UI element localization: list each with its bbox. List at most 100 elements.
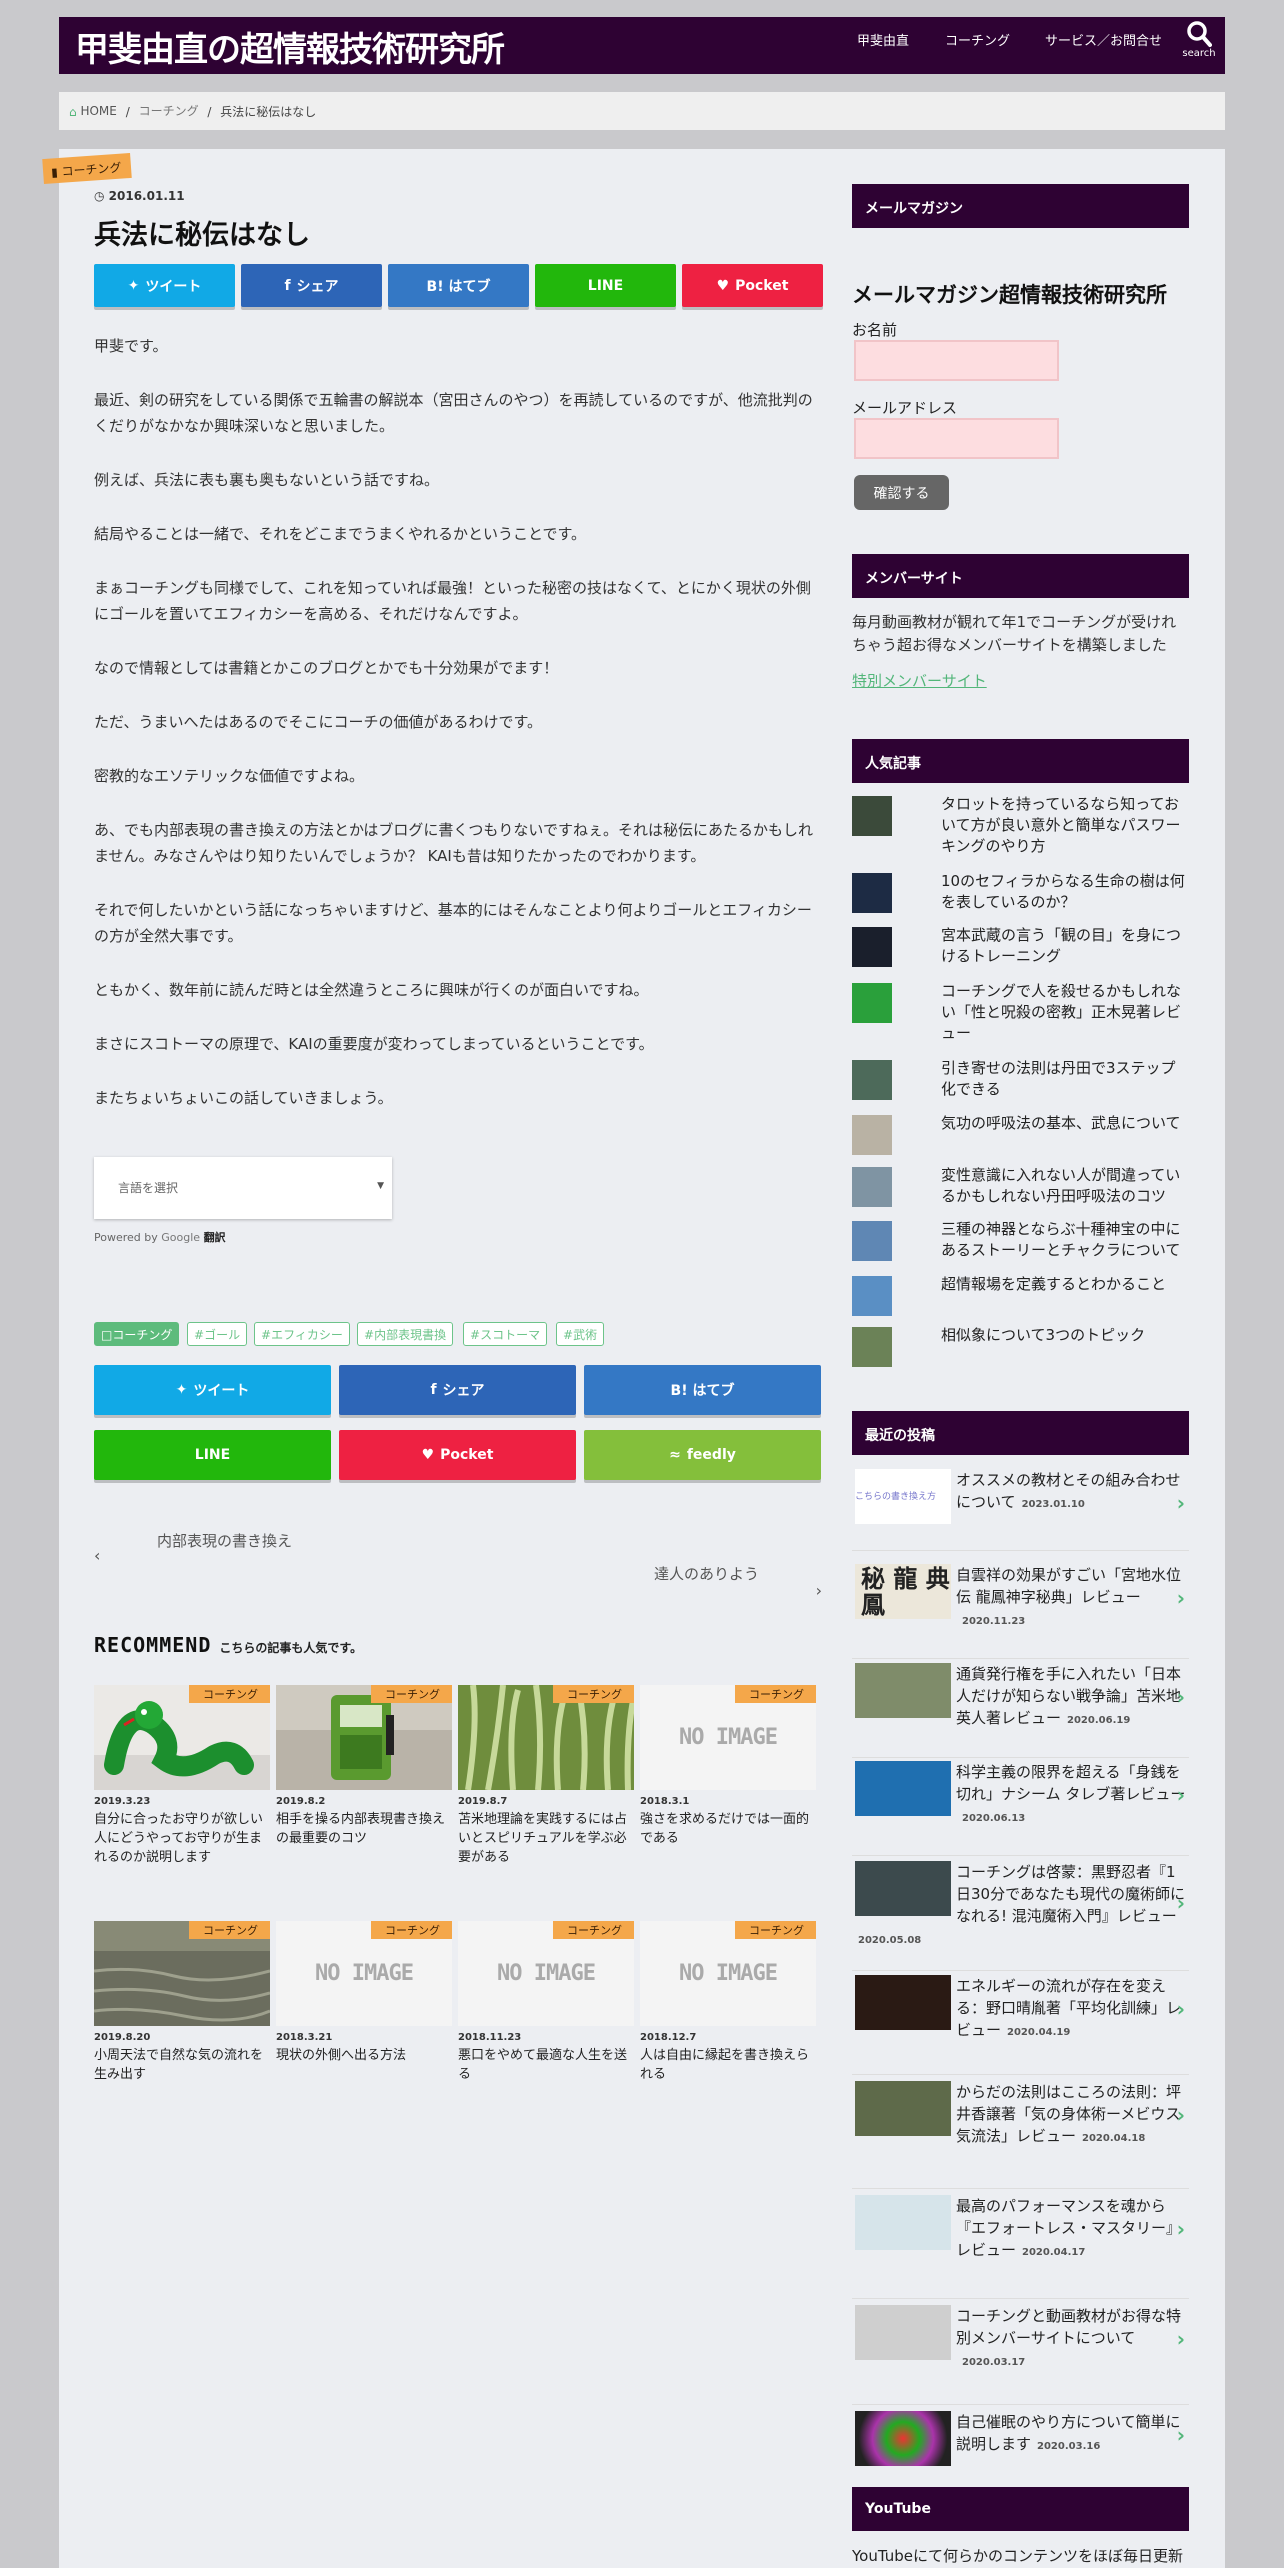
- thumbnail: [852, 983, 892, 1023]
- line-button-bottom[interactable]: LINE: [94, 1430, 331, 1480]
- recent-post-item[interactable]: からだの法則はこころの法則：坪井香譲著「気の身体術ーメビウス気流法」レビュー 20…: [852, 2081, 1189, 2189]
- recent-post-item[interactable]: 自己催眠のやり方について簡単に説明します 2020.03.16 ›: [852, 2411, 1189, 2481]
- thumbnail: [852, 1327, 892, 1367]
- thumbnail: [855, 2411, 951, 2466]
- thumbnail: コーチング: [94, 1685, 270, 1790]
- newsletter-title: メールマガジン超情報技術研究所: [852, 283, 1167, 307]
- thumbnail: [855, 1761, 951, 1816]
- search-label: search: [1182, 48, 1216, 59]
- tag-category[interactable]: □コーチング: [94, 1322, 180, 1346]
- tweet-button[interactable]: ✦ ツイート: [94, 264, 235, 307]
- recent-widget-title: 最近の投稿: [852, 1411, 1189, 1455]
- chevron-right-icon: ›: [1176, 2103, 1185, 2127]
- thumbnail: [852, 873, 892, 913]
- name-field[interactable]: [854, 340, 1059, 381]
- newsletter-widget-title: メールマガジン: [852, 184, 1189, 228]
- recent-post-item[interactable]: 通貨発行権を手に入れたい「日本人だけが知らない戦争論」苫米地英人著レビュー 202…: [852, 1663, 1189, 1758]
- facebook-share-button[interactable]: f シェア: [241, 264, 382, 307]
- youtube-widget-title: YouTube: [852, 2487, 1189, 2531]
- breadcrumb-home[interactable]: HOME: [80, 104, 116, 118]
- recommend-card[interactable]: NO IMAGE コーチング 2018.3.1 強さを求めるだけでは一面的である: [640, 1685, 816, 1848]
- recommend-card[interactable]: NO IMAGE コーチング 2018.11.23 悪口をやめて最適な人生を送る: [458, 1921, 634, 2084]
- search-icon: [1187, 21, 1212, 47]
- google-translate-credit: Powered by Google 翻訳: [94, 1231, 226, 1244]
- chevron-right-icon: ›: [1176, 2327, 1185, 2351]
- no-image-thumbnail: NO IMAGE コーチング: [640, 1685, 816, 1790]
- tag-item[interactable]: #ゴール: [187, 1322, 248, 1346]
- pocket-button[interactable]: ♥ Pocket: [682, 264, 823, 307]
- paragraph: なので情報としては書籍とかこのブログとかでも十分効果がでます！: [94, 659, 559, 677]
- site-title[interactable]: 甲斐由直の超情報技術研究所: [75, 30, 505, 70]
- tag-item[interactable]: #武術: [556, 1322, 605, 1346]
- recent-post-item[interactable]: こちらの書き換え方 オススメの教材とその組み合わせについて 2023.01.10 …: [852, 1469, 1189, 1551]
- line-button[interactable]: LINE: [535, 264, 676, 307]
- email-label: メールアドレス: [852, 399, 958, 417]
- recommend-card[interactable]: コーチング 2019.8.20 小周天法で自然な気の流れを生み出す: [94, 1921, 270, 2084]
- thumbnail: [852, 1276, 892, 1316]
- facebook-share-button-bottom[interactable]: f シェア: [339, 1365, 576, 1415]
- nav-item-kai[interactable]: 甲斐由直: [857, 30, 909, 49]
- recommend-card[interactable]: コーチング 2019.8.2 相手を操る内部表現書き換えの最重要のコツ: [276, 1685, 452, 1848]
- hashtag-icon: #: [563, 1328, 574, 1342]
- feedly-button[interactable]: ≈ feedly: [584, 1430, 821, 1480]
- facebook-icon: f: [284, 277, 291, 294]
- search-button[interactable]: search: [1177, 20, 1221, 59]
- chevron-right-icon: ›: [1176, 1891, 1185, 1915]
- recent-post-item[interactable]: 最高のパフォーマンスを魂から『エフォートレス・マスタリー』レビュー 2020.04…: [852, 2195, 1189, 2299]
- thumbnail: [852, 1221, 892, 1261]
- thumbnail: [852, 1060, 892, 1100]
- recent-post-item[interactable]: コーチングは啓蒙：黒野忍者『1日30分であなたも現代の魔術師になれる! 混沌魔術…: [852, 1861, 1189, 1971]
- recommend-card[interactable]: NO IMAGE コーチング 2018.12.7 人は自由に縁起を書き換えられる: [640, 1921, 816, 2084]
- language-select[interactable]: 言語を選択 ▼: [94, 1157, 392, 1219]
- paragraph: あ、でも内部表現の書き換えの方法とかはブログに書くつもりないですねぇ。それは秘伝…: [94, 821, 813, 865]
- pocket-button-bottom[interactable]: ♥ Pocket: [339, 1430, 576, 1480]
- thumbnail: [852, 796, 892, 836]
- thumbnail: [852, 927, 892, 967]
- category-ribbon[interactable]: ▮ コーチング: [42, 152, 132, 185]
- recommend-card[interactable]: NO IMAGE コーチング 2018.3.21 現状の外側へ出る方法: [276, 1921, 452, 2065]
- thumbnail: [855, 1975, 951, 2030]
- paragraph: それで何したいかという話になっちゃいますけど、基本的にはそんなことより何よりゴー…: [94, 901, 812, 945]
- recommend-card[interactable]: コーチング 2019.8.7 苫米地理論を実践するには占いとスピリチュアルを学ぶ…: [458, 1685, 634, 1867]
- pocket-icon: ♥: [716, 277, 730, 294]
- breadcrumb-category[interactable]: コーチング: [139, 104, 199, 118]
- recent-post-item[interactable]: 科学主義の限界を超える「身銭を切れ」ナシーム タレブ著レビュー2020.06.1…: [852, 1761, 1189, 1856]
- site-header: 甲斐由直の超情報技術研究所 甲斐由直 コーチング サービス／お問合せ searc…: [59, 17, 1225, 74]
- thumbnail: コーチング: [276, 1685, 452, 1790]
- chevron-right-icon: ›: [1176, 1997, 1185, 2021]
- recent-post-item[interactable]: コーチングと動画教材がお得な特別メンバーサイトについて2020.03.17 ›: [852, 2305, 1189, 2405]
- newsletter-submit-button[interactable]: 確認する: [854, 475, 949, 510]
- chevron-right-icon: ›: [815, 1581, 822, 1600]
- chevron-right-icon: ›: [1176, 2217, 1185, 2241]
- tag-item[interactable]: #エフィカシー: [254, 1322, 350, 1346]
- clock-icon: ◷: [94, 189, 109, 203]
- thumbnail: [855, 1663, 951, 1718]
- folder-icon: □: [101, 1328, 113, 1342]
- no-image-thumbnail: NO IMAGE コーチング: [458, 1921, 634, 2026]
- nav-item-coaching[interactable]: コーチング: [945, 30, 1010, 49]
- hashtag-icon: #: [261, 1328, 272, 1342]
- thumbnail: [852, 1167, 892, 1207]
- post-title: 兵法に秘伝はなし: [94, 220, 310, 251]
- pocket-icon: ♥: [421, 1447, 435, 1463]
- nav-item-service[interactable]: サービス／お問合せ: [1045, 30, 1162, 49]
- recent-post-item[interactable]: 秘 龍 典 鳳 自雲祥の効果がすごい「宮地水位伝 龍鳳神字秘典」レビュー2020…: [852, 1564, 1189, 1659]
- recommend-heading: RECOMMEND こちらの記事も人気です。: [94, 1633, 363, 1657]
- tag-item[interactable]: #内部表現書換: [357, 1322, 454, 1346]
- recommend-card[interactable]: コーチング 2019.3.23 自分に合ったお守りが欲しい人にどうやってお守りが…: [94, 1685, 270, 1867]
- hatebu-button-bottom[interactable]: B! はてブ: [584, 1365, 821, 1415]
- hatebu-button[interactable]: B! はてブ: [388, 264, 529, 307]
- tag-item[interactable]: #スコトーマ: [463, 1322, 548, 1346]
- thumbnail: [855, 2305, 951, 2360]
- email-field[interactable]: [854, 418, 1059, 459]
- recent-post-item[interactable]: エネルギーの流れが存在を変える：野口晴胤著「平均化訓練」レビュー 2020.04.…: [852, 1975, 1189, 2075]
- chevron-right-icon: ›: [1176, 1586, 1185, 1610]
- paragraph: 最近、剣の研究をしている関係で五輪書の解説本（宮田さんのやつ）を再読しているので…: [94, 391, 813, 435]
- prev-post-link[interactable]: 内部表現の書き換え ‹: [94, 1530, 824, 1565]
- tweet-button-bottom[interactable]: ✦ ツイート: [94, 1365, 331, 1415]
- breadcrumb: ⌂ HOME / コーチング / 兵法に秘伝はなし: [59, 92, 1225, 130]
- post-date: ◷ 2016.01.11: [94, 189, 185, 203]
- member-widget-title: メンバーサイト: [852, 554, 1189, 598]
- next-post-link[interactable]: 達人のありよう ›: [94, 1563, 824, 1600]
- member-site-link[interactable]: 特別メンバーサイト: [852, 670, 987, 691]
